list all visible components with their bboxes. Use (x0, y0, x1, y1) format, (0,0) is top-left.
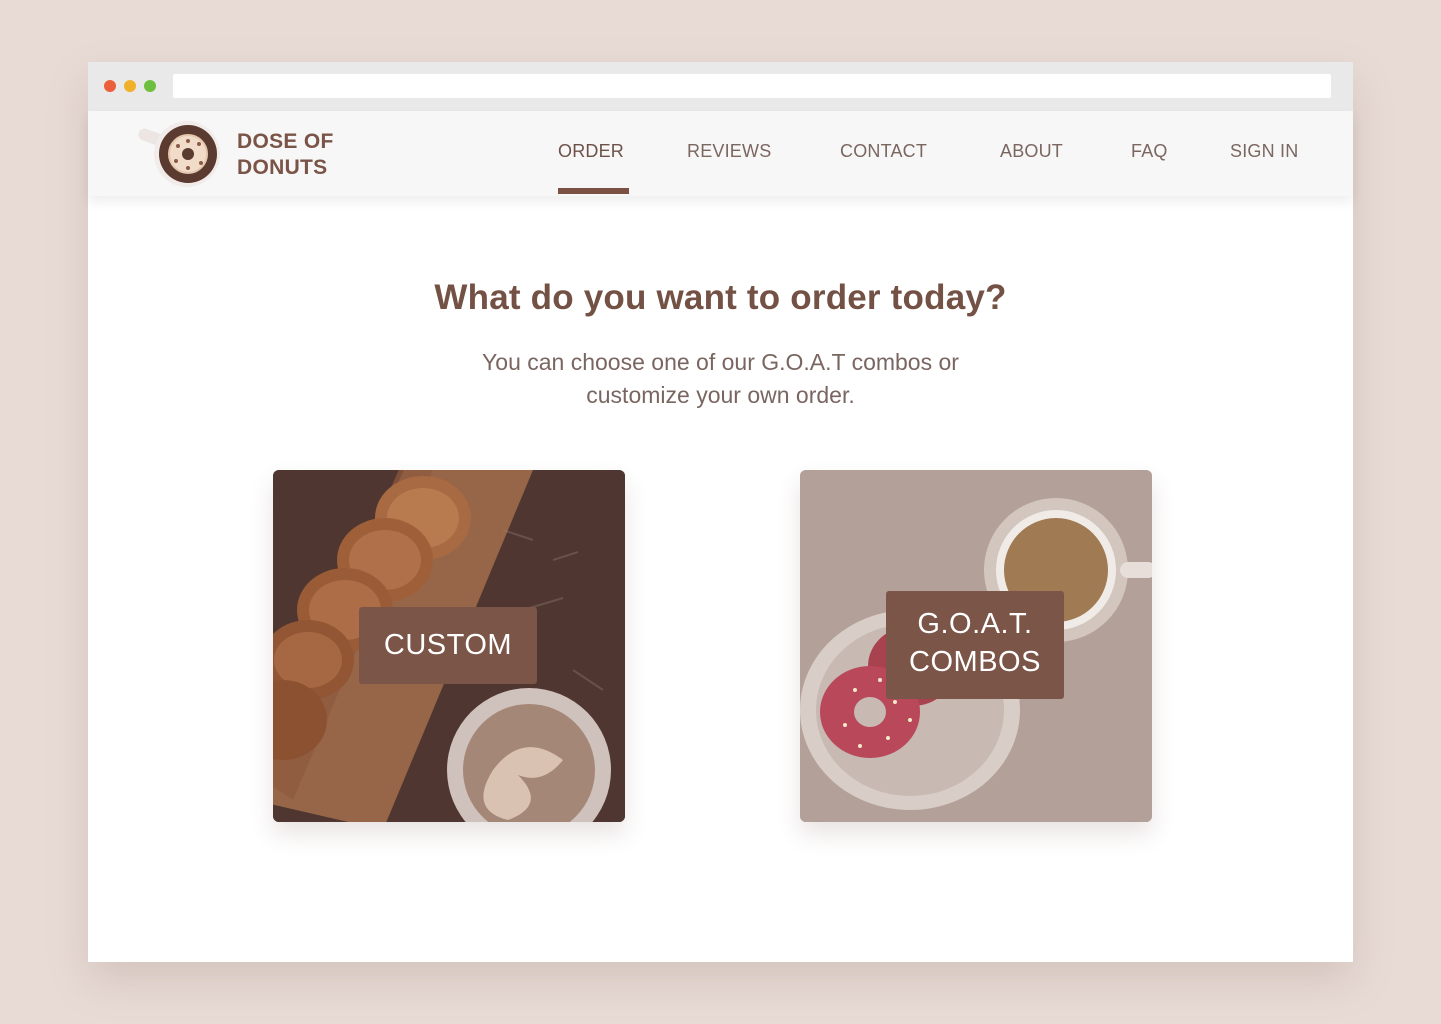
page-title: What do you want to order today? (434, 278, 1007, 317)
subtitle-line-1: You can choose one of our G.O.A.T combos… (482, 349, 959, 375)
close-window-dot[interactable] (104, 80, 116, 92)
address-bar[interactable] (173, 74, 1331, 98)
donut-logo-icon[interactable] (136, 121, 222, 187)
browser-chrome (88, 62, 1353, 111)
brand-line-1: DOSE OF (237, 130, 334, 153)
active-nav-indicator (558, 188, 629, 194)
minimize-window-dot[interactable] (124, 80, 136, 92)
order-section: What do you want to order today? You can… (88, 196, 1353, 962)
nav-faq[interactable]: FAQ (1131, 141, 1168, 162)
nav-reviews[interactable]: REVIEWS (687, 141, 771, 162)
nav-order[interactable]: ORDER (558, 141, 624, 162)
combos-label-line-1: G.O.A.T. (917, 608, 1033, 640)
goat-combos-card[interactable]: G.O.A.T. COMBOS (800, 470, 1152, 822)
brand-line-2: DONUTS (237, 156, 328, 179)
site-header: DOSE OF DONUTS ORDER REVIEWS CONTACT ABO… (88, 111, 1353, 196)
nav-sign-in[interactable]: SIGN IN (1230, 141, 1298, 162)
maximize-window-dot[interactable] (144, 80, 156, 92)
brand-name[interactable]: DOSE OF DONUTS (237, 129, 334, 181)
combos-card-label[interactable]: G.O.A.T. COMBOS (886, 591, 1064, 699)
page-subtitle: You can choose one of our G.O.A.T combos… (88, 346, 1353, 412)
combos-label-line-2: COMBOS (909, 646, 1041, 678)
custom-order-card[interactable]: CUSTOM (273, 470, 625, 822)
custom-card-label[interactable]: CUSTOM (359, 607, 537, 684)
nav-contact[interactable]: CONTACT (840, 141, 927, 162)
subtitle-line-2: customize your own order. (586, 382, 855, 408)
browser-window: DOSE OF DONUTS ORDER REVIEWS CONTACT ABO… (88, 62, 1353, 962)
nav-about[interactable]: ABOUT (1000, 141, 1063, 162)
